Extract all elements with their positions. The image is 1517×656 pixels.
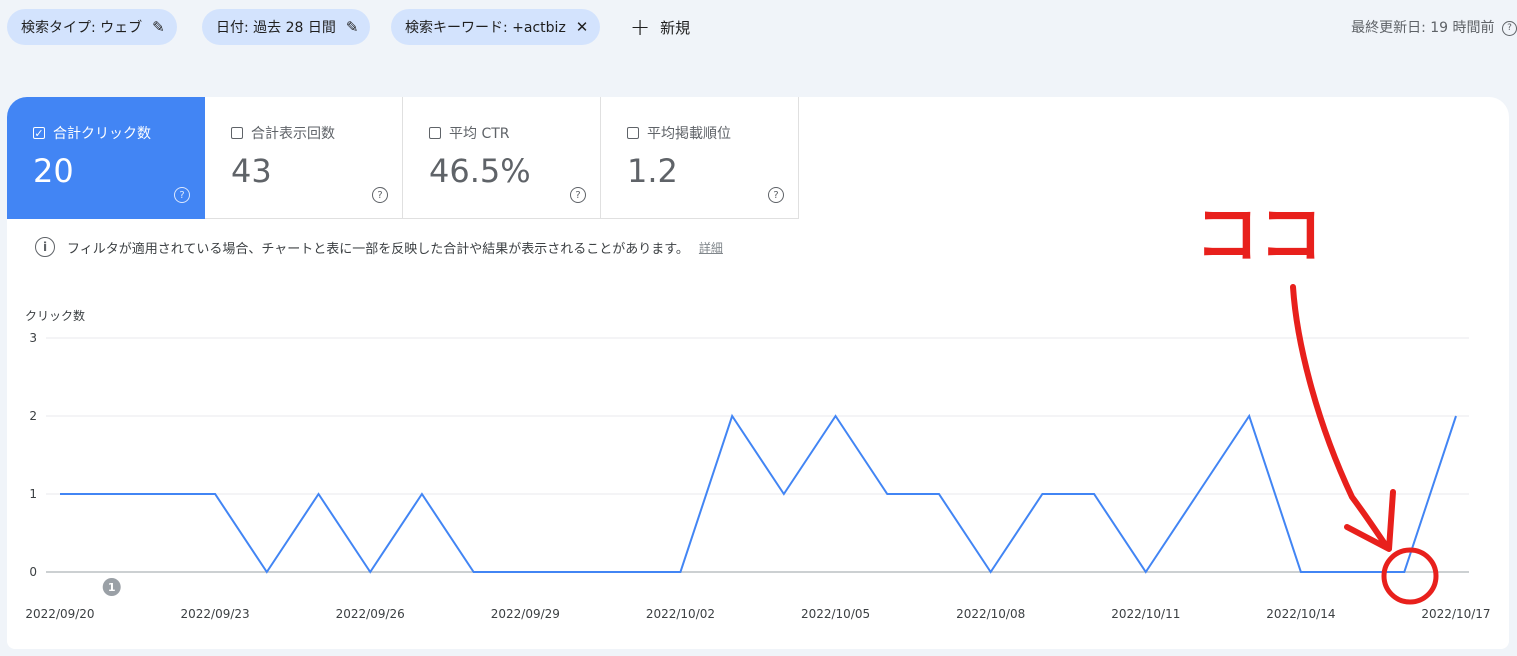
filter-chip-query[interactable]: 検索キーワード: +actbiz ✕: [391, 9, 601, 45]
filter-chip-label: 日付: 過去 28 日間: [216, 20, 336, 36]
help-icon[interactable]: ?: [1502, 20, 1517, 36]
close-icon[interactable]: ✕: [576, 19, 589, 35]
pencil-icon[interactable]: ✎: [346, 19, 359, 35]
last-updated-text: 最終更新日: 19 時間前: [1351, 20, 1495, 36]
pencil-icon[interactable]: ✎: [152, 19, 165, 35]
x-tick-label: 2022/09/20: [25, 607, 94, 621]
filter-chip-label: 検索タイプ: ウェブ: [21, 20, 143, 36]
y-tick-label: 2: [29, 409, 37, 423]
x-tick-label: 2022/09/26: [336, 607, 405, 621]
clicks-line-chart: 0 1 2 3 2022/09/20 2022/09/23 2022/09/26 2022/0…: [25, 331, 1490, 621]
filter-bar: 検索タイプ: ウェブ ✎ 日付: 過去 28 日間 ✎ 検索キーワード: +ac…: [0, 0, 1517, 56]
filter-chip-search-type[interactable]: 検索タイプ: ウェブ ✎: [7, 9, 177, 45]
new-filter-label: 新規: [660, 18, 691, 37]
x-tick-label: 2022/10/11: [1111, 607, 1180, 621]
filter-chip-date[interactable]: 日付: 過去 28 日間 ✎: [202, 9, 371, 45]
x-tick-label: 2022/10/08: [956, 607, 1025, 621]
event-marker-label: 1: [108, 581, 116, 594]
x-tick-label: 2022/09/29: [491, 607, 560, 621]
y-tick-label: 1: [29, 487, 37, 501]
last-updated: 最終更新日: 19 時間前 ?: [1351, 17, 1517, 37]
x-tick-label: 2022/10/14: [1266, 607, 1335, 621]
new-filter-button[interactable]: + 新規: [630, 9, 690, 45]
x-tick-label: 2022/10/17: [1421, 607, 1490, 621]
y-tick-label: 3: [29, 331, 37, 345]
x-tick-label: 2022/10/05: [801, 607, 870, 621]
y-tick-label: 0: [29, 565, 37, 579]
x-tick-label: 2022/09/23: [181, 607, 250, 621]
filter-chip-label: 検索キーワード: +actbiz: [405, 20, 566, 36]
plus-icon: +: [630, 13, 651, 41]
performance-card: ✓ 合計クリック数 20 ? 合計表示回数 43 ? 平均 CTR 46.5% …: [7, 97, 1509, 649]
x-tick-label: 2022/10/02: [646, 607, 715, 621]
